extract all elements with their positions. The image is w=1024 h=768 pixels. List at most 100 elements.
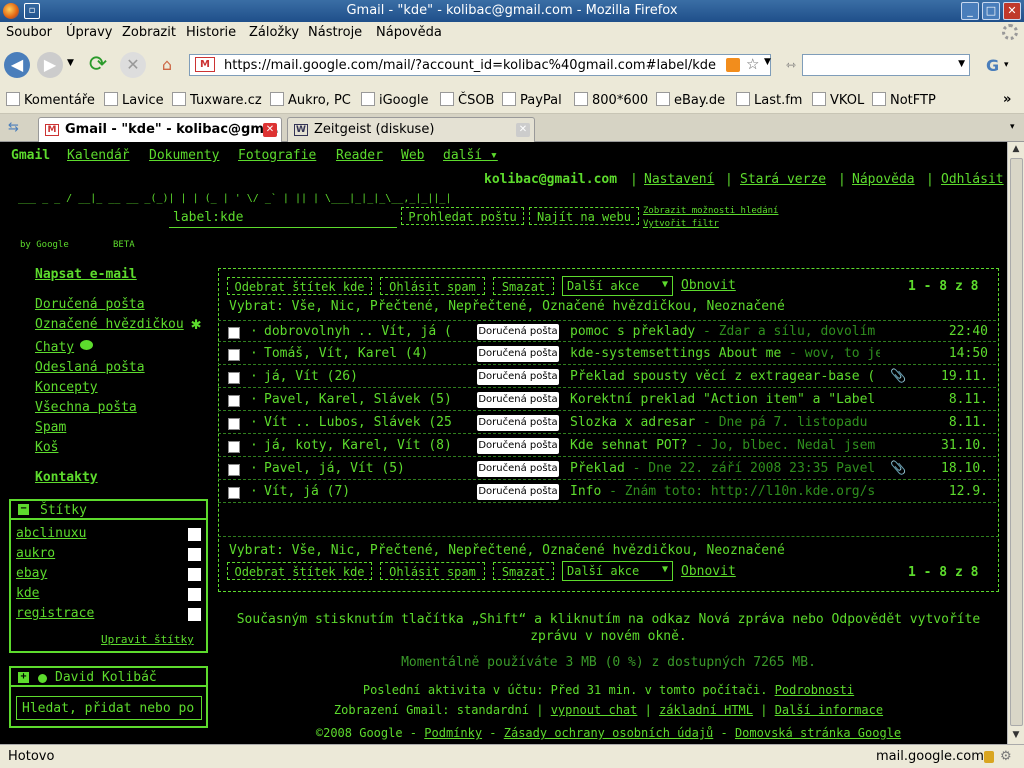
message-checkbox[interactable] xyxy=(228,327,240,339)
bookmark-item[interactable]: ČSOB xyxy=(440,92,494,108)
more-actions-select[interactable]: Další akce ▼ xyxy=(562,276,673,296)
search-engine-menu-icon[interactable]: ▾ xyxy=(1004,60,1009,70)
scroll-down-icon[interactable]: ▼ xyxy=(1010,730,1022,742)
refresh-link[interactable]: Obnovit xyxy=(681,564,736,579)
resize-grip-icon[interactable]: ⇿ xyxy=(786,58,796,72)
message-row[interactable]: · Pavel, Karel, Slávek (5) Doručená pošt… xyxy=(218,389,996,411)
select-all[interactable]: Vše xyxy=(292,299,315,314)
menu-zobrazit[interactable]: Zobrazit xyxy=(122,25,176,40)
select-unstarred[interactable]: Neoznačené xyxy=(707,299,785,314)
search-options-link[interactable]: Zobrazit možnosti hledání xyxy=(643,206,778,216)
delete-button[interactable]: Smazat xyxy=(493,277,554,295)
sidebar-item-drafts[interactable]: Koncepty xyxy=(35,380,98,395)
bookmark-star-icon[interactable]: ☆ xyxy=(746,55,759,73)
delete-button[interactable]: Smazat xyxy=(493,562,554,580)
bookmarks-overflow-button[interactable]: » xyxy=(1003,92,1011,107)
sidebar-item-trash[interactable]: Koš xyxy=(35,440,58,455)
url-bar[interactable]: M https://mail.google.com/mail/?account_… xyxy=(189,54,771,76)
activity-details-link[interactable]: Podrobnosti xyxy=(775,683,854,697)
maximize-button[interactable]: □ xyxy=(982,2,1000,20)
message-checkbox[interactable] xyxy=(228,441,240,453)
select-none[interactable]: Nic xyxy=(331,299,354,314)
select-unread[interactable]: Nepřečtené xyxy=(448,543,526,558)
old-version-link[interactable]: Stará verze xyxy=(740,172,826,187)
bookmark-item[interactable]: eBay.de xyxy=(656,92,725,108)
message-row[interactable]: · Vít, já (7) Doručená pošta Info - Znám… xyxy=(218,481,996,503)
sidebar-item-inbox[interactable]: Doručená pošta xyxy=(35,297,145,312)
logout-link[interactable]: Odhlásit xyxy=(941,172,1004,187)
label-color-swatch[interactable] xyxy=(188,588,201,601)
sidebar-item-all-mail[interactable]: Všechna pošta xyxy=(35,400,137,415)
select-read[interactable]: Přečtené xyxy=(370,299,433,314)
message-row[interactable]: · Vít .. Lubos, Slávek (25 Doručená pošt… xyxy=(218,412,996,434)
label-color-swatch[interactable] xyxy=(188,548,201,561)
label-aukro[interactable]: aukro xyxy=(16,546,55,561)
close-tab-icon[interactable]: ✕ xyxy=(263,123,277,137)
tab-list-icon[interactable]: ⇆ xyxy=(8,120,19,135)
topnav-kalendar[interactable]: Kalendář xyxy=(67,148,130,163)
menu-historie[interactable]: Historie xyxy=(186,25,236,40)
google-search-icon[interactable]: G xyxy=(986,56,999,75)
menu-soubor[interactable]: Soubor xyxy=(6,25,52,40)
search-engine-dropdown-icon[interactable]: ▼ xyxy=(958,59,965,69)
refresh-link[interactable]: Obnovit xyxy=(681,278,736,293)
mail-search-input[interactable]: label:kde xyxy=(169,206,397,228)
stop-icon[interactable]: ✕ xyxy=(120,52,146,78)
bookmark-item[interactable]: NotFTP xyxy=(872,92,936,108)
select-all[interactable]: Vše xyxy=(292,543,315,558)
topnav-reader[interactable]: Reader xyxy=(336,148,383,163)
menu-zalozky[interactable]: Záložky xyxy=(249,25,299,40)
message-row[interactable]: · já, koty, Karel, Vít (8) Doručená pošt… xyxy=(218,435,996,457)
bookmark-item[interactable]: Tuxware.cz xyxy=(172,92,262,108)
report-spam-button[interactable]: Ohlásit spam xyxy=(380,277,485,295)
web-search-input[interactable]: ▼ xyxy=(802,54,970,76)
expand-icon[interactable]: + xyxy=(18,672,29,683)
message-row[interactable]: · já, Vít (26) Doručená pošta Překlad sp… xyxy=(218,366,996,388)
google-home-link[interactable]: Domovská stránka Google xyxy=(735,726,901,740)
bookmark-item[interactable]: iGoogle xyxy=(361,92,428,108)
label-kde[interactable]: kde xyxy=(16,586,39,601)
chat-off-link[interactable]: vypnout chat xyxy=(551,703,638,717)
menu-nastroje[interactable]: Nástroje xyxy=(308,25,362,40)
lock-icon[interactable] xyxy=(984,751,994,763)
scroll-thumb[interactable] xyxy=(1010,158,1023,726)
back-button[interactable]: ◀ xyxy=(4,52,30,78)
select-unstarred[interactable]: Neoznačené xyxy=(707,543,785,558)
select-read[interactable]: Přečtené xyxy=(370,543,433,558)
search-web-button[interactable]: Najít na webu xyxy=(529,207,639,225)
more-actions-select[interactable]: Další akce ▼ xyxy=(562,561,673,581)
minimize-button[interactable]: _ xyxy=(961,2,979,20)
report-spam-button[interactable]: Ohlásit spam xyxy=(380,562,485,580)
bookmark-item[interactable]: Last.fm xyxy=(736,92,802,108)
label-ebay[interactable]: ebay xyxy=(16,566,47,581)
sidebar-item-chats[interactable]: Chaty xyxy=(35,340,74,355)
select-unread[interactable]: Nepřečtené xyxy=(448,299,526,314)
basic-html-link[interactable]: základní HTML xyxy=(659,703,753,717)
settings-link[interactable]: Nastavení xyxy=(644,172,714,187)
tab-overflow-icon[interactable]: ▾ xyxy=(1010,122,1015,132)
sidebar-item-starred[interactable]: Označené hvězdičkou xyxy=(35,317,184,332)
bookmark-item[interactable]: Lavice xyxy=(104,92,164,108)
more-info-link[interactable]: Další informace xyxy=(775,703,883,717)
search-mail-button[interactable]: Prohledat poštu xyxy=(401,207,524,225)
message-checkbox[interactable] xyxy=(228,349,240,361)
scroll-up-icon[interactable]: ▲ xyxy=(1010,144,1022,156)
url-dropdown-icon[interactable]: ▼ xyxy=(764,57,771,67)
forward-button[interactable]: ▶ xyxy=(37,52,63,78)
select-starred[interactable]: Označené hvězdičkou xyxy=(542,299,691,314)
message-checkbox[interactable] xyxy=(228,418,240,430)
menu-upravy[interactable]: Úpravy xyxy=(66,25,112,40)
contacts-link[interactable]: Kontakty xyxy=(35,470,98,485)
remove-label-button[interactable]: Odebrat štítek kde xyxy=(227,562,372,580)
label-abclinuxu[interactable]: abclinuxu xyxy=(16,526,86,541)
topnav-more[interactable]: další ▾ xyxy=(443,148,498,163)
chat-search-input[interactable]: Hledat, přidat nebo po xyxy=(16,696,202,720)
message-row[interactable]: · Pavel, já, Vít (5) Doručená pošta Přek… xyxy=(218,458,996,480)
bookmark-item[interactable]: VKOL xyxy=(812,92,864,108)
bookmark-item[interactable]: Komentáře xyxy=(6,92,95,108)
home-icon[interactable]: ⌂ xyxy=(154,52,180,78)
edit-labels-link[interactable]: Upravit štítky xyxy=(101,633,194,646)
label-color-swatch[interactable] xyxy=(188,568,201,581)
reload-icon[interactable]: ⟳ xyxy=(85,52,111,78)
rss-feed-icon[interactable] xyxy=(726,58,740,72)
